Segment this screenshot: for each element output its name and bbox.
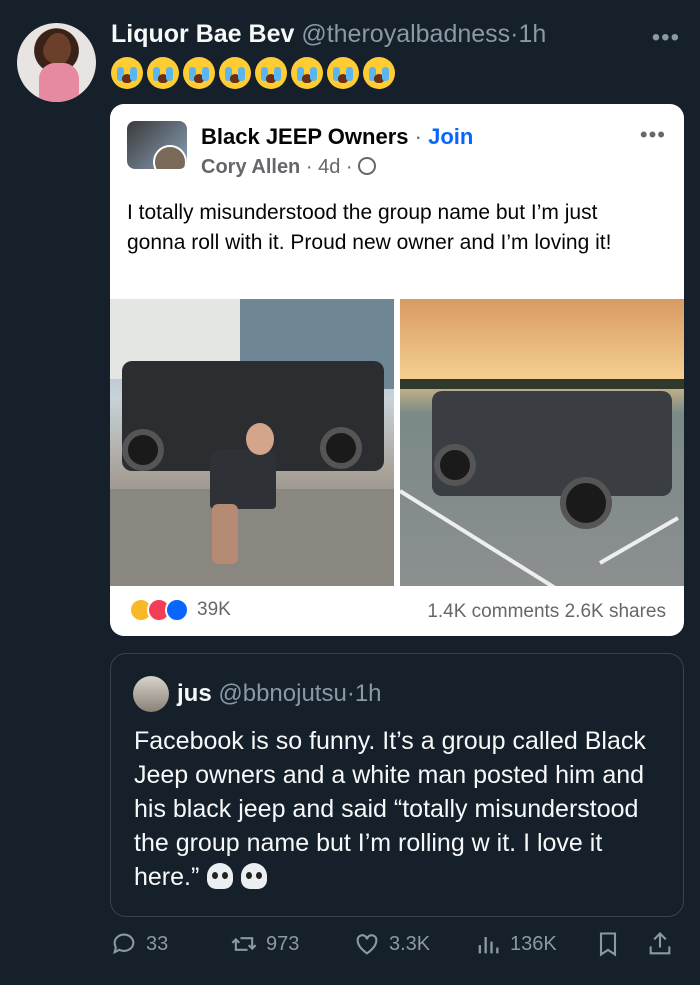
tree-line bbox=[400, 379, 684, 389]
like-reaction-icon bbox=[165, 598, 189, 622]
separator: · bbox=[346, 680, 355, 707]
quote-author-avatar bbox=[133, 676, 169, 712]
tweet-text bbox=[111, 57, 395, 89]
like-button[interactable]: 3.3K bbox=[353, 930, 430, 958]
fb-group-line: Black JEEP Owners · Join bbox=[201, 124, 473, 150]
author-name[interactable]: Liquor Bae Bev bbox=[111, 20, 294, 48]
photo-man-with-jeep bbox=[110, 299, 394, 586]
globe-icon bbox=[358, 157, 377, 175]
reply-count: 33 bbox=[146, 932, 169, 955]
separator: · bbox=[345, 156, 353, 178]
loudly-crying-face-icon bbox=[183, 57, 215, 89]
fb-comments: 1.4K comments bbox=[427, 601, 560, 622]
quote-text: Facebook is so funny. It’s a group calle… bbox=[134, 724, 654, 894]
wheel bbox=[560, 477, 612, 529]
quote-time: 1h bbox=[354, 680, 382, 707]
tweet-header: Liquor Bae Bev @theroyalbadness·1h bbox=[111, 20, 546, 49]
share-icon bbox=[649, 932, 671, 955]
wheel bbox=[434, 444, 476, 486]
facebook-post-screenshot[interactable]: Black JEEP Owners · Join Cory Allen · 4d… bbox=[110, 104, 684, 636]
loudly-crying-face-icon bbox=[255, 57, 287, 89]
wheel bbox=[320, 427, 362, 469]
loudly-crying-face-icon bbox=[219, 57, 251, 89]
fb-shares: 2.6K shares bbox=[564, 601, 666, 622]
quote-author-name: jus bbox=[177, 680, 212, 707]
author-handle[interactable]: @theroyalbadness bbox=[301, 20, 510, 48]
loudly-crying-face-icon bbox=[291, 57, 323, 89]
fb-post-text: I totally misunderstood the group name b… bbox=[127, 201, 612, 254]
author-mini-avatar bbox=[153, 145, 187, 169]
quote-author-handle: @bbnojutsu bbox=[218, 680, 347, 707]
separator: · bbox=[305, 156, 313, 178]
views-chart-icon bbox=[478, 937, 499, 954]
fb-reaction-count: 39K bbox=[197, 599, 231, 620]
fb-group-name: Black JEEP Owners bbox=[201, 124, 409, 149]
man-head bbox=[246, 423, 274, 455]
loudly-crying-face-icon bbox=[327, 57, 359, 89]
man-leg bbox=[212, 504, 238, 564]
loudly-crying-face-icon bbox=[147, 57, 179, 89]
author-avatar[interactable] bbox=[17, 23, 96, 102]
views-button[interactable]: 136K bbox=[474, 930, 557, 958]
bookmark-icon bbox=[599, 932, 617, 957]
like-count: 3.3K bbox=[389, 932, 431, 955]
share-button[interactable] bbox=[646, 930, 682, 958]
quote-header: jus @bbnojutsu·1h bbox=[177, 680, 382, 708]
retweet-button[interactable]: 973 bbox=[230, 930, 299, 958]
fb-reactions: 39K bbox=[129, 598, 231, 622]
parking-line bbox=[599, 516, 679, 565]
group-avatar bbox=[127, 121, 187, 169]
skull-icon bbox=[207, 863, 234, 889]
quoted-tweet[interactable]: jus @bbnojutsu·1h Facebook is so funny. … bbox=[110, 653, 684, 917]
photo-jeep-parking-lot bbox=[400, 299, 684, 586]
retweet-icon bbox=[231, 937, 257, 951]
avatar-head bbox=[45, 33, 71, 65]
tweet-actions: 33 973 3.3K 136K bbox=[110, 930, 684, 966]
more-horizontal-icon[interactable]: ••• bbox=[652, 24, 680, 52]
fb-more-icon: ••• bbox=[639, 122, 666, 147]
view-count: 136K bbox=[510, 932, 557, 955]
man-torso bbox=[210, 449, 276, 509]
reply-button[interactable]: 33 bbox=[110, 930, 168, 958]
fb-author-line: Cory Allen · 4d · bbox=[201, 156, 377, 179]
heart-icon bbox=[356, 934, 378, 955]
parking-line bbox=[400, 489, 571, 586]
tweet-time[interactable]: 1h bbox=[519, 20, 547, 48]
fb-post-time: 4d bbox=[318, 156, 341, 178]
sunset-sky bbox=[400, 299, 684, 379]
retweet-count: 973 bbox=[266, 932, 300, 955]
loudly-crying-face-icon bbox=[363, 57, 395, 89]
separator: · bbox=[510, 20, 519, 48]
fb-join-link: Join bbox=[428, 124, 474, 149]
skull-icon bbox=[241, 863, 268, 889]
wheel bbox=[122, 429, 164, 471]
loudly-crying-face-icon bbox=[111, 57, 143, 89]
reply-icon bbox=[113, 933, 135, 955]
bookmark-button[interactable] bbox=[594, 930, 630, 958]
separator: · bbox=[414, 124, 422, 149]
avatar-body bbox=[39, 63, 79, 102]
fb-author-name: Cory Allen bbox=[201, 156, 301, 178]
fb-stats: 1.4K comments 2.6K shares bbox=[427, 601, 666, 623]
